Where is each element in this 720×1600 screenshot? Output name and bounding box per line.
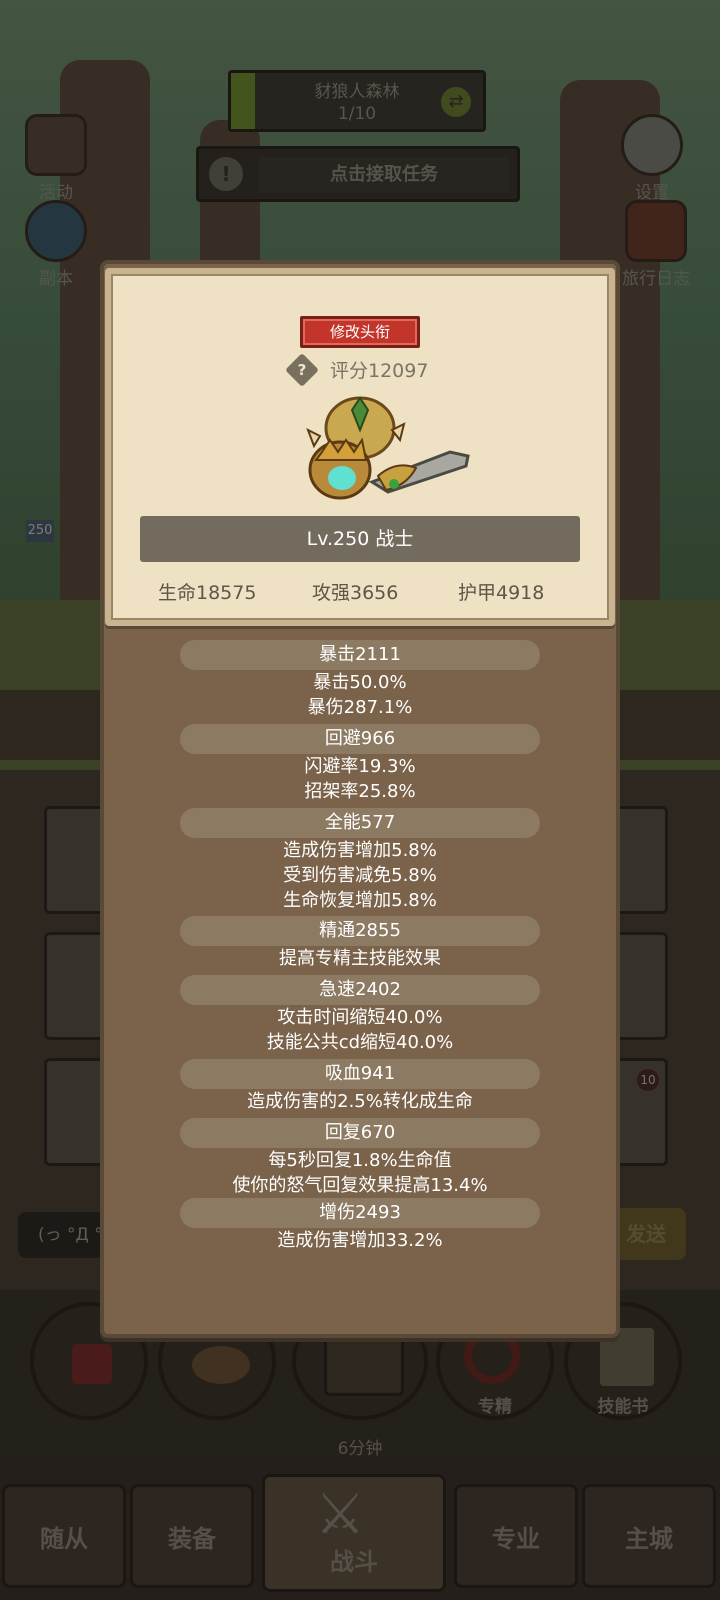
stat-line: 造成伤害增加5.8% [283,840,437,861]
stat-line: 每5秒回复1.8%生命值 [268,1150,452,1171]
attack-power-stat: 攻强3656 [312,582,399,604]
stat-line: 暴击50.0% [313,672,407,693]
stat-line: 提高专精主技能效果 [279,948,441,969]
help-icon[interactable]: ? [285,353,319,387]
stat-header-versatility: 全能577 [180,808,540,838]
score-row: ? 评分12097 [285,353,450,387]
level-class-bar: Lv.250 战士 [140,516,580,562]
stat-line: 攻击时间缩短40.0% [277,1007,443,1028]
stat-line: 技能公共cd缩短40.0% [266,1032,454,1053]
stat-line: 招架率25.8% [304,781,416,802]
score-value: 评分12097 [330,360,429,382]
stat-line: 暴伤287.1% [307,697,413,718]
stat-line: 造成伤害增加33.2% [277,1230,443,1251]
stat-line: 造成伤害的2.5%转化成生命 [247,1091,473,1112]
stat-line: 生命恢复增加5.8% [283,890,437,911]
stat-header-lifesteal: 吸血941 [180,1059,540,1089]
stat-line: 受到伤害减免5.8% [283,865,437,886]
stat-line: 使你的怒气回复效果提高13.4% [232,1175,488,1196]
warrior-portrait [306,396,470,500]
stat-header-damage-increase: 增伤2493 [180,1198,540,1228]
stat-header-regen: 回复670 [180,1118,540,1148]
stat-header-haste: 急速2402 [180,975,540,1005]
health-stat: 生命18575 [158,582,257,604]
base-stats: 生命18575 攻强3656 护甲4918 [120,578,600,608]
stat-header-crit: 暴击2111 [180,640,540,670]
stat-header-mastery: 精通2855 [180,916,540,946]
stat-header-avoidance: 回避966 [180,724,540,754]
stat-line: 闪避率19.3% [304,756,416,777]
armor-stat: 护甲4918 [458,582,545,604]
edit-title-button[interactable]: 修改头衔 [300,316,420,348]
